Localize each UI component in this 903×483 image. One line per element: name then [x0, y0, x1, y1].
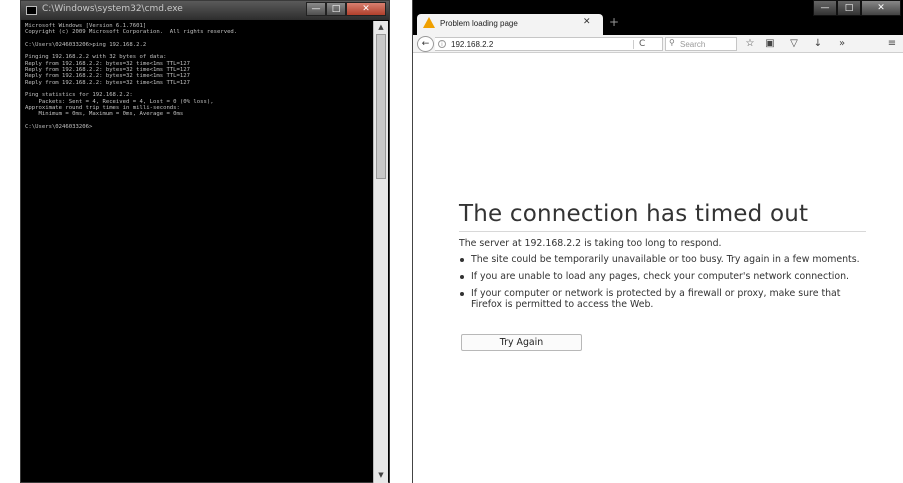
- firefox-minimize-button[interactable]: —: [813, 0, 837, 16]
- cmd-titlebar[interactable]: C:\Windows\system32\cmd.exe — □ ✕: [21, 1, 389, 20]
- scroll-down-icon[interactable]: ▼: [376, 470, 386, 480]
- url-text[interactable]: 192.168.2.2: [451, 40, 493, 49]
- page-content: The connection has timed out The server …: [413, 54, 903, 483]
- search-input[interactable]: ⚲ Search: [665, 37, 737, 51]
- error-suggestion-text: If you are unable to load any pages, che…: [471, 271, 850, 282]
- firefox-window: Problem loading page ✕ + — □ ✕ ← i 192.1…: [412, 0, 903, 483]
- tab-problem-loading[interactable]: Problem loading page ✕: [417, 14, 603, 35]
- back-button[interactable]: ←: [417, 36, 434, 52]
- firefox-close-button[interactable]: ✕: [861, 0, 901, 16]
- menu-icon[interactable]: ≡: [885, 38, 899, 49]
- cmd-minimize-button[interactable]: —: [306, 2, 326, 16]
- bullet-icon: [460, 275, 464, 279]
- list-item: If you are unable to load any pages, che…: [459, 271, 869, 282]
- search-icon: ⚲: [669, 38, 675, 47]
- console-line: C:\Users\0246033206>: [25, 123, 93, 130]
- bullet-icon: [460, 292, 464, 296]
- try-again-button[interactable]: Try Again: [461, 334, 582, 351]
- urlbar-divider: [633, 40, 634, 49]
- cmd-close-button[interactable]: ✕: [346, 2, 386, 16]
- download-icon[interactable]: ↓: [811, 38, 825, 49]
- list-item: If your computer or network is protected…: [459, 288, 869, 310]
- error-title: The connection has timed out: [459, 201, 809, 227]
- list-item: The site could be temporarily unavailabl…: [459, 254, 869, 265]
- cmd-scrollbar[interactable]: ▲ ▼: [373, 21, 388, 483]
- bullet-icon: [460, 258, 464, 262]
- navigation-toolbar: ← i 192.168.2.2 C ⚲ Search ☆ ▣ ▽ ↓ » ≡: [413, 35, 903, 53]
- url-bar[interactable]: i 192.168.2.2 C: [435, 37, 663, 51]
- bookmark-star-icon[interactable]: ☆: [743, 38, 757, 49]
- tab-strip: Problem loading page ✕ + — □ ✕: [413, 0, 903, 35]
- firefox-maximize-button[interactable]: □: [837, 0, 861, 16]
- overflow-icon[interactable]: »: [835, 38, 849, 49]
- reading-list-icon[interactable]: ▣: [763, 38, 777, 49]
- cmd-scroll-thumb[interactable]: [376, 34, 386, 179]
- error-suggestion-text: If your computer or network is protected…: [471, 288, 841, 310]
- warning-icon: [423, 17, 435, 28]
- new-tab-button[interactable]: +: [609, 15, 619, 29]
- cmd-window-title: C:\Windows\system32\cmd.exe: [42, 4, 183, 14]
- site-info-icon[interactable]: i: [438, 40, 446, 48]
- tab-close-icon[interactable]: ✕: [583, 17, 591, 27]
- error-suggestions: The site could be temporarily unavailabl…: [459, 254, 869, 316]
- cmd-maximize-button[interactable]: □: [326, 2, 346, 16]
- error-divider: [459, 231, 866, 232]
- reload-icon[interactable]: C: [639, 39, 645, 49]
- tab-title: Problem loading page: [440, 19, 518, 28]
- error-description: The server at 192.168.2.2 is taking too …: [459, 238, 722, 249]
- cmd-window: C:\Windows\system32\cmd.exe — □ ✕ Micros…: [20, 0, 390, 483]
- error-suggestion-text: The site could be temporarily unavailabl…: [471, 254, 860, 265]
- cmd-console-output[interactable]: Microsoft Windows [Version 6.1.7601] Copy…: [25, 23, 371, 481]
- pocket-icon[interactable]: ▽: [787, 38, 801, 49]
- scroll-up-icon[interactable]: ▲: [376, 22, 386, 32]
- search-placeholder: Search: [680, 40, 706, 49]
- cmd-app-icon: [26, 6, 37, 15]
